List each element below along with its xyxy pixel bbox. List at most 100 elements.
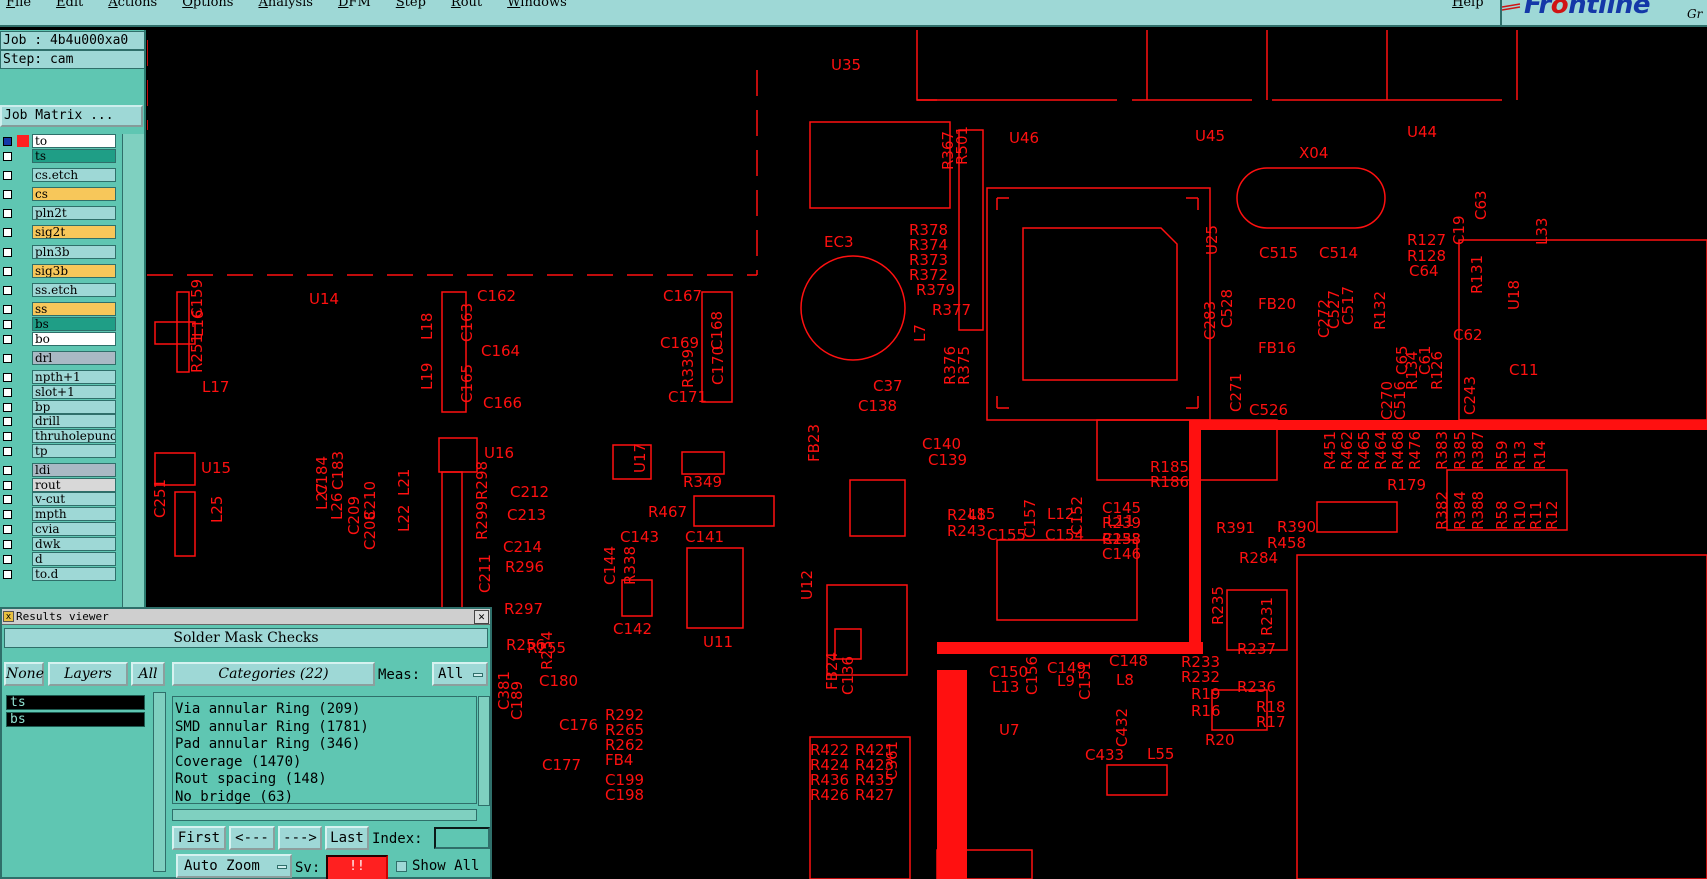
layer-checkbox[interactable] bbox=[3, 171, 12, 180]
layer-row[interactable]: npth+1 bbox=[0, 370, 117, 385]
layer-label[interactable]: ss.etch bbox=[32, 283, 116, 297]
layer-row[interactable]: thruholepunch bbox=[0, 429, 117, 444]
layer-label[interactable]: pln3b bbox=[32, 245, 116, 259]
layer-row[interactable]: drl bbox=[0, 351, 117, 366]
prev-button[interactable]: <--- bbox=[229, 826, 275, 850]
result-layer-ts[interactable]: ts bbox=[6, 695, 145, 710]
layer-row[interactable]: slot+1 bbox=[0, 385, 117, 400]
layer-row[interactable]: bs bbox=[0, 317, 117, 332]
layer-row[interactable]: v-cut bbox=[0, 492, 117, 507]
layer-checkbox[interactable] bbox=[3, 447, 12, 456]
show-all-checkbox[interactable] bbox=[396, 861, 407, 872]
layer-row[interactable]: to bbox=[0, 134, 117, 149]
menu-dfm[interactable]: DFM bbox=[338, 0, 371, 10]
layer-checkbox[interactable] bbox=[3, 432, 12, 441]
result-layer-bs[interactable]: bs bbox=[6, 712, 145, 727]
layer-label[interactable]: drl bbox=[32, 351, 116, 365]
layer-label[interactable]: thruholepunch bbox=[32, 429, 116, 443]
layer-row[interactable]: rout bbox=[0, 478, 117, 493]
menu-windows[interactable]: Windows bbox=[507, 0, 567, 10]
all-button[interactable]: All bbox=[131, 662, 165, 686]
layer-row[interactable]: d bbox=[0, 552, 117, 567]
layer-row[interactable]: bp bbox=[0, 400, 117, 415]
layer-checkbox[interactable] bbox=[3, 190, 12, 199]
layer-label[interactable]: bo bbox=[32, 332, 116, 346]
layer-label[interactable]: dwk bbox=[32, 537, 116, 551]
layer-row[interactable]: cs.etch bbox=[0, 168, 117, 183]
menu-edit[interactable]: Edit bbox=[56, 0, 83, 10]
job-matrix-button[interactable]: Job Matrix ... bbox=[0, 105, 143, 127]
menu-analysis[interactable]: Analysis bbox=[258, 0, 313, 10]
layer-row[interactable]: pln3b bbox=[0, 245, 117, 260]
layer-checkbox[interactable] bbox=[3, 228, 12, 237]
layer-checkbox[interactable] bbox=[3, 209, 12, 218]
layer-row[interactable]: pln2t bbox=[0, 206, 117, 221]
categories-vertical-scrollbar[interactable] bbox=[478, 696, 490, 806]
layers-button[interactable]: Layers bbox=[48, 662, 128, 686]
category-item[interactable]: Pad annular Ring (346) bbox=[175, 736, 474, 754]
layer-list-scrollbar[interactable] bbox=[153, 692, 166, 872]
categories-horizontal-scrollbar[interactable] bbox=[172, 809, 477, 821]
layer-label[interactable]: cvia bbox=[32, 522, 116, 536]
close-icon[interactable]: ✕ bbox=[474, 610, 489, 624]
layer-label[interactable]: rout bbox=[32, 478, 116, 492]
category-item[interactable]: No bridge (63) bbox=[175, 789, 474, 807]
layer-row[interactable]: bo bbox=[0, 332, 117, 347]
layer-label[interactable]: tp bbox=[32, 444, 116, 458]
layer-row[interactable]: ss bbox=[0, 302, 117, 317]
layer-row[interactable]: sig3b bbox=[0, 264, 117, 279]
layer-checkbox[interactable] bbox=[3, 570, 12, 579]
menu-file[interactable]: File bbox=[6, 0, 31, 10]
last-button[interactable]: Last bbox=[325, 826, 369, 850]
layer-label[interactable]: npth+1 bbox=[32, 370, 116, 384]
first-button[interactable]: First bbox=[172, 826, 226, 850]
category-item[interactable]: SMD annular Ring (1781) bbox=[175, 719, 474, 737]
layer-checkbox[interactable] bbox=[3, 403, 12, 412]
layer-label[interactable]: to bbox=[32, 134, 116, 148]
layer-label[interactable]: ss bbox=[32, 302, 116, 316]
menu-options[interactable]: Options bbox=[182, 0, 233, 10]
layer-label[interactable]: sig2t bbox=[32, 225, 116, 239]
layer-checkbox[interactable] bbox=[3, 388, 12, 397]
layer-row[interactable]: sig2t bbox=[0, 225, 117, 240]
layer-checkbox[interactable] bbox=[3, 137, 12, 146]
layer-checkbox[interactable] bbox=[3, 510, 12, 519]
layer-checkbox[interactable] bbox=[3, 466, 12, 475]
layer-label[interactable]: sig3b bbox=[32, 264, 116, 278]
next-button[interactable]: ---> bbox=[278, 826, 322, 850]
index-input[interactable] bbox=[434, 827, 490, 849]
layer-label[interactable]: pln2t bbox=[32, 206, 116, 220]
layer-checkbox[interactable] bbox=[3, 248, 12, 257]
layer-checkbox[interactable] bbox=[3, 320, 12, 329]
layer-label[interactable]: ldi bbox=[32, 463, 116, 477]
layer-label[interactable]: bs bbox=[32, 317, 116, 331]
layer-label[interactable]: d bbox=[32, 552, 116, 566]
layer-row[interactable]: mpth bbox=[0, 507, 117, 522]
none-button[interactable]: None bbox=[4, 662, 44, 686]
layer-row[interactable]: tp bbox=[0, 444, 117, 459]
layer-label[interactable]: to.d bbox=[32, 567, 116, 581]
layer-checkbox[interactable] bbox=[3, 335, 12, 344]
category-item[interactable]: Via annular Ring (209) bbox=[175, 701, 474, 719]
menu-actions[interactable]: Actions bbox=[108, 0, 157, 10]
layer-checkbox[interactable] bbox=[3, 495, 12, 504]
layer-label[interactable]: v-cut bbox=[32, 492, 116, 506]
layer-checkbox[interactable] bbox=[3, 305, 12, 314]
layer-row[interactable]: ldi bbox=[0, 463, 117, 478]
categories-button[interactable]: Categories (22) bbox=[172, 662, 375, 686]
layer-row[interactable]: drill bbox=[0, 414, 117, 429]
layer-row[interactable]: cs bbox=[0, 187, 117, 202]
menu-step[interactable]: Step bbox=[396, 0, 426, 10]
layer-label[interactable]: slot+1 bbox=[32, 385, 116, 399]
layer-row[interactable]: to.d bbox=[0, 567, 117, 582]
layer-checkbox[interactable] bbox=[3, 286, 12, 295]
layer-checkbox[interactable] bbox=[3, 417, 12, 426]
layer-row[interactable]: ts bbox=[0, 149, 117, 164]
layer-checkbox[interactable] bbox=[3, 525, 12, 534]
severity-select[interactable]: !! bbox=[326, 855, 388, 879]
category-item[interactable]: Coverage (1470) bbox=[175, 754, 474, 772]
layer-checkbox[interactable] bbox=[3, 152, 12, 161]
meas-select[interactable]: All bbox=[432, 662, 488, 686]
layer-checkbox[interactable] bbox=[3, 267, 12, 276]
layer-label[interactable]: cs bbox=[32, 187, 116, 201]
